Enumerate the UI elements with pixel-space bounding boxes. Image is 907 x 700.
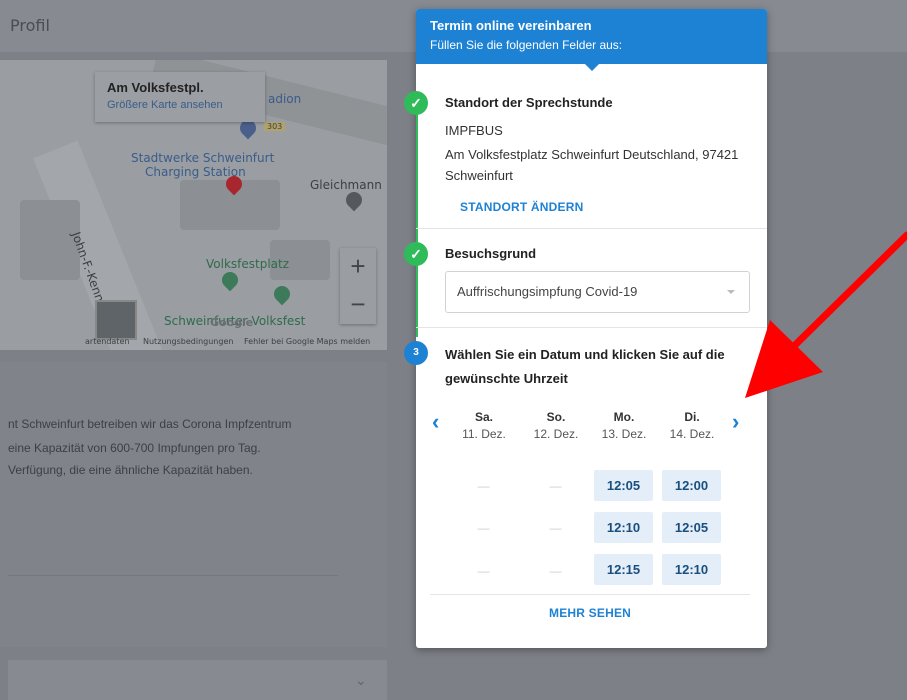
no-slot-placeholder: — xyxy=(549,521,562,535)
show-more-link[interactable]: MEHR SEHEN xyxy=(549,606,631,620)
larger-map-link[interactable]: Größere Karte ansehen xyxy=(107,99,223,111)
location-name: IMPFBUS xyxy=(445,123,503,138)
chevron-down-icon[interactable]: ⌄ xyxy=(355,672,367,689)
day-column-header: Sa. 11. Dez. xyxy=(454,410,514,441)
day-column-header: So. 12. Dez. xyxy=(526,410,586,441)
step1-check-icon: ✓ xyxy=(404,91,428,115)
dropdown-caret-icon xyxy=(727,290,735,294)
next-week-arrow-icon[interactable]: › xyxy=(732,409,739,435)
map-kartendaten-link[interactable]: artendaten xyxy=(85,337,129,346)
step1-title: Standort der Sprechstunde xyxy=(445,95,613,110)
description-panel xyxy=(0,362,387,647)
header-pointer xyxy=(584,63,600,71)
step3-title-line1: Wählen Sie ein Datum und klicken Sie auf… xyxy=(445,347,725,362)
description-text-line: eine Kapazität von 600-700 Impfungen pro… xyxy=(8,441,261,455)
map-label-stadtwerke: Stadtwerke Schweinfurt xyxy=(131,151,275,165)
map-label-gleichmann: Gleichmann xyxy=(310,178,382,192)
time-slot-button[interactable]: 12:00 xyxy=(662,470,721,501)
annotation-arrow-shaft xyxy=(786,231,907,354)
no-slot-placeholder: — xyxy=(549,479,562,493)
no-slot-placeholder: — xyxy=(549,564,562,578)
divider xyxy=(416,228,767,229)
map-place-title: Am Volksfestpl. xyxy=(107,80,204,95)
day-name: Di. xyxy=(684,410,700,424)
step2-check-icon: ✓ xyxy=(404,242,428,266)
no-slot-placeholder: — xyxy=(477,521,490,535)
zoom-out-button[interactable]: − xyxy=(340,286,376,324)
time-slot-button[interactable]: 12:10 xyxy=(662,554,721,585)
progress-line xyxy=(416,97,418,337)
divider xyxy=(8,575,338,576)
no-slot-placeholder: — xyxy=(477,564,490,578)
booking-header: Termin online vereinbaren Füllen Sie die… xyxy=(416,9,767,71)
map-satellite-toggle[interactable] xyxy=(95,300,137,340)
no-slot-placeholder: — xyxy=(477,479,490,493)
day-name: So. xyxy=(546,410,566,424)
divider xyxy=(416,327,767,328)
visit-reason-select[interactable]: Auffrischungsimpfung Covid-19 xyxy=(445,271,750,313)
poi-marker-icon[interactable] xyxy=(270,282,294,306)
step3-title-line2: gewünschte Uhrzeit xyxy=(445,371,568,386)
poi-marker-icon[interactable] xyxy=(218,268,242,292)
visit-reason-value: Auffrischungsimpfung Covid-19 xyxy=(457,284,638,299)
time-slot-button[interactable]: 12:15 xyxy=(594,554,653,585)
divider xyxy=(430,594,750,595)
map-label-stadion: adion xyxy=(268,92,302,106)
poi-marker-icon[interactable] xyxy=(342,188,366,212)
day-date: 12. Dez. xyxy=(533,427,579,441)
map-zoom-control: + − xyxy=(340,248,376,324)
booking-widget: Termin online vereinbaren Füllen Sie die… xyxy=(404,9,767,648)
map-report-error-link[interactable]: Fehler bei Google Maps melden xyxy=(244,337,370,346)
day-name: Sa. xyxy=(474,410,493,424)
map-label-road-303: 303 xyxy=(264,122,286,131)
day-column-header: Di. 14. Dez. xyxy=(662,410,722,441)
time-slot-button[interactable]: 12:05 xyxy=(594,470,653,501)
booking-title: Termin online vereinbaren xyxy=(430,18,592,33)
step2-title: Besuchsgrund xyxy=(445,246,537,261)
description-text-line: nt Schweinfurt betreiben wir das Corona … xyxy=(8,417,292,431)
location-address: Am Volksfestplatz Schweinfurt Deutschlan… xyxy=(445,147,739,162)
collapsed-panel[interactable] xyxy=(8,660,387,700)
time-slot-button[interactable]: 12:10 xyxy=(594,512,653,543)
description-text-line: Verfügung, die eine ähnliche Kapazität h… xyxy=(8,463,253,477)
time-slot-button[interactable]: 12:05 xyxy=(662,512,721,543)
day-date: 13. Dez. xyxy=(601,427,647,441)
zoom-in-button[interactable]: + xyxy=(340,248,376,286)
prev-week-arrow-icon[interactable]: ‹ xyxy=(432,409,439,435)
step3-number-badge: 3 xyxy=(404,341,428,365)
day-name: Mo. xyxy=(613,410,635,424)
change-location-link[interactable]: STANDORT ÄNDERN xyxy=(460,200,583,214)
day-date: 11. Dez. xyxy=(462,427,506,441)
map-terms-link[interactable]: Nutzungsbedingungen xyxy=(143,337,233,346)
profil-tab-label[interactable]: Profil xyxy=(10,16,50,35)
google-logo: Google xyxy=(210,316,254,329)
location-city: Schweinfurt xyxy=(445,168,513,183)
booking-subtitle: Füllen Sie die folgenden Felder aus: xyxy=(430,38,623,52)
day-column-header: Mo. 13. Dez. xyxy=(594,410,654,441)
map-info-box: Am Volksfestpl. Größere Karte ansehen xyxy=(95,72,265,122)
map-label-volksfestplatz: Volksfestplatz xyxy=(206,257,290,271)
day-date: 14. Dez. xyxy=(669,427,715,441)
